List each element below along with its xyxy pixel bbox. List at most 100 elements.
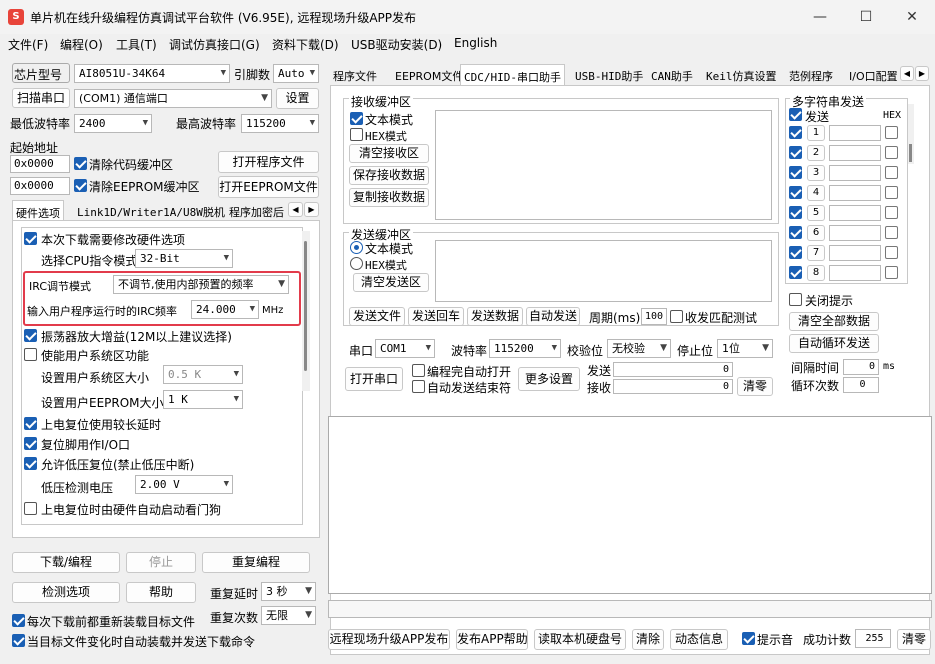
rx-hex-mode-checkbox[interactable] (350, 128, 363, 141)
tab-usb-hid[interactable]: USB-HID助手 (572, 64, 646, 86)
tab-can[interactable]: CAN助手 (648, 64, 696, 86)
pins-select[interactable]: Auto ▼ (273, 64, 319, 83)
multi-row-checkbox[interactable] (789, 146, 802, 159)
rx-copy-button[interactable]: 复制接收数据 (349, 188, 429, 207)
tx-clear-button[interactable]: 清空发送区 (353, 273, 429, 292)
dynamic-info-button[interactable]: 动态信息 (670, 629, 728, 650)
multi-row-input[interactable] (829, 165, 881, 181)
max-baud-select[interactable]: 115200 ▼ (241, 114, 319, 133)
interval-input[interactable]: 0 (843, 359, 879, 375)
multi-row-send-button[interactable]: 2 (807, 145, 825, 161)
parity-select[interactable]: 无校验 ▼ (607, 339, 671, 358)
help-button[interactable]: 帮助 (126, 582, 196, 603)
multi-row-send-button[interactable]: 7 (807, 245, 825, 261)
maximize-button[interactable]: ☐ (843, 0, 889, 34)
multi-row-hex-checkbox[interactable] (885, 186, 898, 199)
long-delay-checkbox[interactable] (24, 417, 37, 430)
close-after-auto-checkbox[interactable] (412, 380, 425, 393)
multi-row-hex-checkbox[interactable] (885, 146, 898, 159)
multi-row-send-button[interactable]: 8 (807, 265, 825, 281)
multi-row-checkbox[interactable] (789, 126, 802, 139)
send-return-button[interactable]: 发送回车 (408, 307, 464, 326)
open-after-prog-checkbox[interactable] (412, 364, 425, 377)
tab-hardware[interactable]: 硬件选项 (12, 200, 64, 222)
options-scrollbar[interactable] (302, 231, 310, 391)
stop-button[interactable]: 停止 (126, 552, 196, 573)
tab-encrypt[interactable]: 程序加密后 (226, 200, 287, 222)
multi-row-input[interactable] (829, 245, 881, 261)
irc-freq-select[interactable]: 24.000 ▼ (191, 300, 259, 319)
minimize-button[interactable]: — (797, 0, 843, 34)
user-eeprom-select[interactable]: 1 K ▼ (163, 390, 243, 409)
success-clear-button[interactable]: 清零 (897, 629, 931, 650)
tab-program-file[interactable]: 程序文件 (330, 64, 380, 86)
match-test-checkbox[interactable] (670, 310, 683, 323)
min-baud-select[interactable]: 2400 ▼ (74, 114, 152, 133)
reset-io-checkbox[interactable] (24, 437, 37, 450)
multi-row-send-button[interactable]: 5 (807, 205, 825, 221)
tab-offline[interactable]: Link1D/Writer1A/U8W脱机 (74, 200, 228, 222)
more-settings-button[interactable]: 更多设置 (518, 367, 580, 391)
rx-save-button[interactable]: 保存接收数据 (349, 166, 429, 185)
multi-row-input[interactable] (829, 265, 881, 281)
multi-row-checkbox[interactable] (789, 186, 802, 199)
tx-text-mode-radio[interactable] (350, 241, 363, 254)
multi-row-hex-checkbox[interactable] (885, 266, 898, 279)
multi-row-hex-checkbox[interactable] (885, 246, 898, 259)
settings-button[interactable]: 设置 (276, 88, 319, 109)
clear-count-button[interactable]: 清零 (737, 377, 773, 396)
clear-code-checkbox[interactable] (74, 157, 87, 170)
multi-row-checkbox[interactable] (789, 246, 802, 259)
right-tab-scroll-right[interactable]: ▶ (915, 66, 929, 81)
rx-text-mode-checkbox[interactable] (350, 112, 363, 125)
reprogram-button[interactable]: 重复编程 (202, 552, 310, 573)
open-program-button[interactable]: 打开程序文件 (218, 151, 319, 173)
lvd-select[interactable]: 2.00 V ▼ (135, 475, 233, 494)
reload-checkbox[interactable] (12, 614, 25, 627)
multi-row-checkbox[interactable] (789, 166, 802, 179)
multi-row-checkbox[interactable] (789, 266, 802, 279)
publish-help-button[interactable]: 发布APP帮助 (456, 629, 528, 650)
read-disk-id-button[interactable]: 读取本机硬盘号 (534, 629, 626, 650)
tab-keil[interactable]: Keil仿真设置 (703, 64, 780, 86)
tab-io-config[interactable]: I/O口配置 (846, 64, 898, 86)
chip-select[interactable]: AI8051U-34K64 ▼ (74, 64, 230, 83)
multi-row-send-button[interactable]: 4 (807, 185, 825, 201)
menu-file[interactable]: 文件(F) (8, 36, 48, 53)
auto-load-checkbox[interactable] (12, 634, 25, 647)
menu-usb-driver[interactable]: USB驱动安装(D) (351, 36, 442, 53)
close-hint-checkbox[interactable] (789, 293, 802, 306)
wdt-checkbox[interactable] (24, 502, 37, 515)
clear-eeprom-checkbox[interactable] (74, 179, 87, 192)
multi-row-hex-checkbox[interactable] (885, 166, 898, 179)
multi-row-input[interactable] (829, 225, 881, 241)
rx-clear-button[interactable]: 清空接收区 (349, 144, 429, 163)
right-tab-scroll-left[interactable]: ◀ (900, 66, 914, 81)
baud-select[interactable]: 115200 ▼ (489, 339, 561, 358)
tab-eeprom-file[interactable]: EEPROM文件 (392, 64, 466, 86)
port-select[interactable]: (COM1) 通信端口 ▼ (74, 89, 272, 108)
period-input[interactable]: 100 (641, 308, 667, 325)
download-button[interactable]: 下载/编程 (12, 552, 120, 573)
multi-row-hex-checkbox[interactable] (885, 206, 898, 219)
multi-row-send-button[interactable]: 3 (807, 165, 825, 181)
menu-english[interactable]: English (454, 36, 497, 50)
tab-examples[interactable]: 范例程序 (786, 64, 836, 86)
multi-row-checkbox[interactable] (789, 206, 802, 219)
multi-send-checkbox[interactable] (789, 108, 802, 121)
menu-tools[interactable]: 工具(T) (116, 36, 157, 53)
open-port-button[interactable]: 打开串口 (345, 367, 403, 391)
osc-gain-checkbox[interactable] (24, 329, 37, 342)
clear-info-button[interactable]: 清除 (632, 629, 664, 650)
close-button[interactable]: ✕ (889, 0, 935, 34)
multi-row-input[interactable] (829, 185, 881, 201)
tab-scroll-right[interactable]: ▶ (304, 202, 319, 217)
multi-row-input[interactable] (829, 145, 881, 161)
irc-mode-select[interactable]: 不调节,使用内部预置的频率 ▼ (113, 275, 289, 294)
modify-hw-checkbox[interactable] (24, 232, 37, 245)
menu-debug[interactable]: 调试仿真接口(G) (169, 36, 260, 53)
info-textarea[interactable] (328, 416, 932, 594)
repeat-count-select[interactable]: 无限 ▼ (261, 606, 316, 625)
auto-send-button[interactable]: 自动发送 (526, 307, 580, 326)
auto-loop-button[interactable]: 自动循环发送 (789, 334, 879, 353)
